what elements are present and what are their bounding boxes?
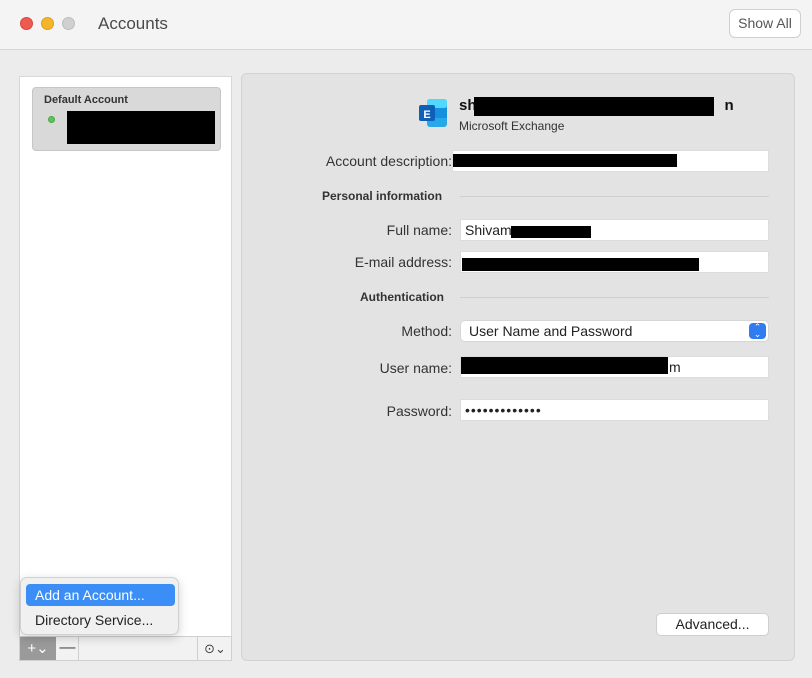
email-address-label: E-mail address:	[354, 254, 452, 270]
account-list: Default Account	[19, 76, 232, 636]
full-name-field[interactable]: Shivam	[460, 219, 769, 241]
more-actions-button[interactable]: ⊙⌄	[198, 637, 232, 660]
close-window-button[interactable]	[20, 17, 33, 30]
authentication-header: Authentication	[360, 290, 444, 304]
redacted-full-name	[511, 226, 591, 238]
add-account-menu: Add an Account... Directory Service...	[20, 577, 179, 635]
account-list-toolbar: +⌄ — ⊙⌄	[19, 636, 232, 661]
redacted-user-name	[461, 357, 668, 374]
method-select-value: User Name and Password	[469, 323, 633, 339]
select-stepper-icon: ⌃ ⌄	[749, 323, 766, 339]
default-account-header: Default Account	[44, 94, 128, 106]
account-description-label: Account description:	[325, 153, 452, 169]
full-name-label: Full name:	[386, 222, 452, 238]
zoom-window-button[interactable]	[62, 17, 75, 30]
redacted-account-name	[67, 111, 215, 144]
password-field[interactable]: •••••••••••••	[460, 399, 769, 421]
redacted-email-address	[462, 258, 699, 271]
minimize-window-button[interactable]	[41, 17, 54, 30]
section-divider	[460, 196, 769, 197]
menu-item-add-account[interactable]: Add an Account...	[26, 584, 175, 606]
advanced-button[interactable]: Advanced...	[656, 613, 769, 636]
account-provider: Microsoft Exchange	[459, 119, 565, 133]
method-select[interactable]: User Name and Password ⌃ ⌄	[460, 320, 769, 342]
redacted-account-description	[453, 154, 677, 167]
online-status-icon	[48, 116, 55, 123]
title-bar: Accounts Show All	[0, 0, 812, 50]
window-title: Accounts	[98, 14, 168, 33]
personal-information-header: Personal information	[322, 189, 443, 203]
user-name-label: User name:	[379, 360, 452, 376]
svg-text:E: E	[423, 109, 430, 121]
password-label: Password:	[386, 403, 452, 419]
show-all-button[interactable]: Show All	[729, 9, 801, 38]
add-account-button[interactable]: +⌄	[20, 637, 56, 660]
redacted-email	[474, 97, 714, 116]
account-email-suffix: n	[724, 97, 734, 114]
menu-item-directory-service[interactable]: Directory Service...	[26, 609, 175, 631]
method-label: Method:	[401, 323, 452, 339]
account-list-item[interactable]: Default Account	[32, 87, 221, 151]
section-divider	[460, 297, 769, 298]
remove-account-button[interactable]: —	[57, 637, 79, 660]
exchange-icon: E	[419, 99, 447, 127]
